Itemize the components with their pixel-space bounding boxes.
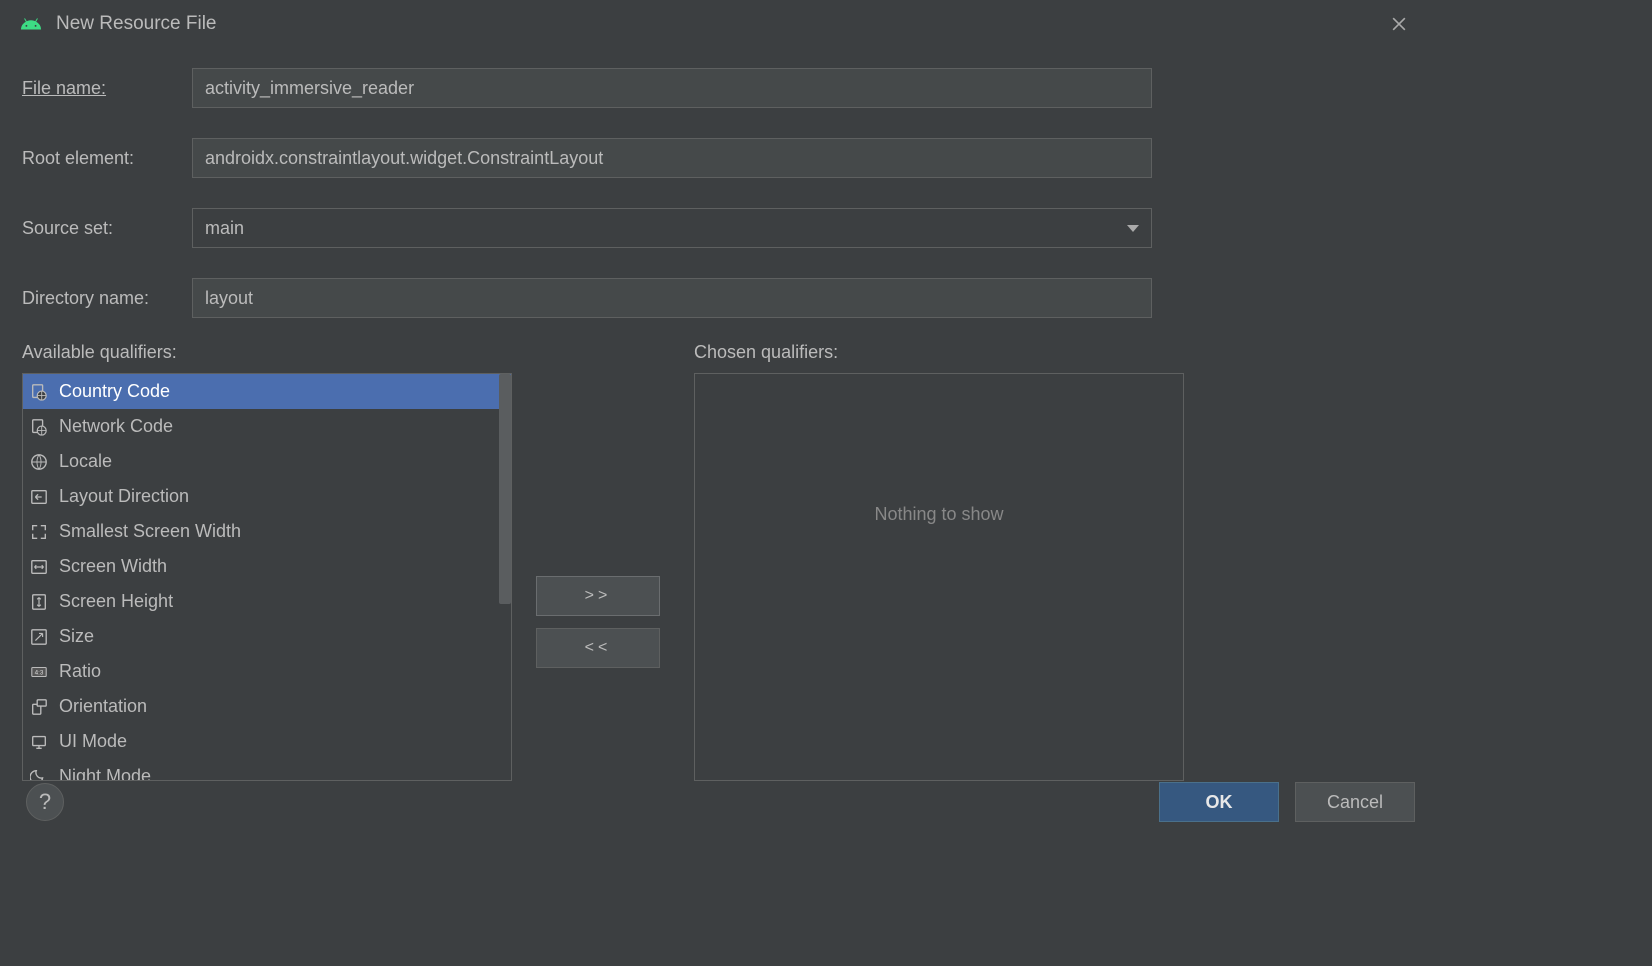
doc-globe-icon [29, 382, 49, 402]
root-element-input[interactable] [192, 138, 1152, 178]
dialog-title: New Resource File [56, 13, 217, 35]
qualifier-item-label: Network Code [59, 416, 173, 437]
qualifier-item-label: Smallest Screen Width [59, 521, 241, 542]
cancel-button[interactable]: Cancel [1295, 782, 1415, 822]
title-bar: New Resource File [0, 0, 1437, 48]
qualifier-item[interactable]: Screen Height [23, 584, 511, 619]
qualifier-item[interactable]: UI Mode [23, 724, 511, 759]
qualifier-item-label: Screen Width [59, 556, 167, 577]
qualifier-item-label: Orientation [59, 696, 147, 717]
root-element-label: Root element: [22, 148, 192, 169]
globe-icon [29, 452, 49, 472]
qualifier-item-label: Country Code [59, 381, 170, 402]
qualifier-item-label: UI Mode [59, 731, 127, 752]
file-name-label: File name: [22, 78, 192, 99]
qualifier-item[interactable]: Country Code [23, 374, 511, 409]
empty-state-text: Nothing to show [874, 504, 1003, 525]
h-arrows-icon [29, 557, 49, 577]
scrollbar-thumb[interactable] [499, 374, 511, 604]
qualifier-item[interactable]: Smallest Screen Width [23, 514, 511, 549]
new-resource-file-dialog: New Resource File File name: Root elemen… [0, 0, 1437, 840]
qualifier-item[interactable]: Network Code [23, 409, 511, 444]
qualifier-item-label: Layout Direction [59, 486, 189, 507]
directory-name-label: Directory name: [22, 288, 192, 309]
file-name-input[interactable] [192, 68, 1152, 108]
resize-icon [29, 627, 49, 647]
remove-qualifier-button[interactable]: << [536, 628, 660, 668]
chosen-qualifiers-label: Chosen qualifiers: [694, 342, 1184, 363]
qualifier-item[interactable]: Layout Direction [23, 479, 511, 514]
qualifier-item[interactable]: Size [23, 619, 511, 654]
qualifier-item-label: Ratio [59, 661, 101, 682]
available-qualifiers-label: Available qualifiers: [22, 342, 512, 363]
add-qualifier-button[interactable]: >> [536, 576, 660, 616]
qualifier-item-label: Locale [59, 451, 112, 472]
ratio-icon: 4:3 [29, 662, 49, 682]
close-icon[interactable] [1381, 10, 1417, 38]
qualifier-item-label: Screen Height [59, 591, 173, 612]
help-button[interactable]: ? [26, 783, 64, 821]
android-icon [20, 13, 42, 35]
qualifier-item[interactable]: 4:3 Ratio [23, 654, 511, 689]
qualifier-item-label: Size [59, 626, 94, 647]
doc-globe-icon [29, 417, 49, 437]
expand-icon [29, 522, 49, 542]
chosen-qualifiers-list[interactable]: Nothing to show [694, 373, 1184, 781]
qualifier-item[interactable]: Locale [23, 444, 511, 479]
available-qualifiers-list[interactable]: Country Code Network Code Locale Layout Dir… [22, 373, 512, 781]
arrow-left-box-icon [29, 487, 49, 507]
source-set-label: Source set: [22, 218, 192, 239]
source-set-dropdown[interactable]: main [192, 208, 1152, 248]
v-arrows-icon [29, 592, 49, 612]
qualifier-item[interactable]: Orientation [23, 689, 511, 724]
orientation-icon [29, 697, 49, 717]
directory-name-input[interactable] [192, 278, 1152, 318]
source-set-value: main [205, 218, 244, 239]
svg-text:4:3: 4:3 [35, 669, 44, 676]
qualifier-item[interactable]: Screen Width [23, 549, 511, 584]
ok-button[interactable]: OK [1159, 782, 1279, 822]
uimode-icon [29, 732, 49, 752]
chevron-down-icon [1127, 225, 1139, 232]
